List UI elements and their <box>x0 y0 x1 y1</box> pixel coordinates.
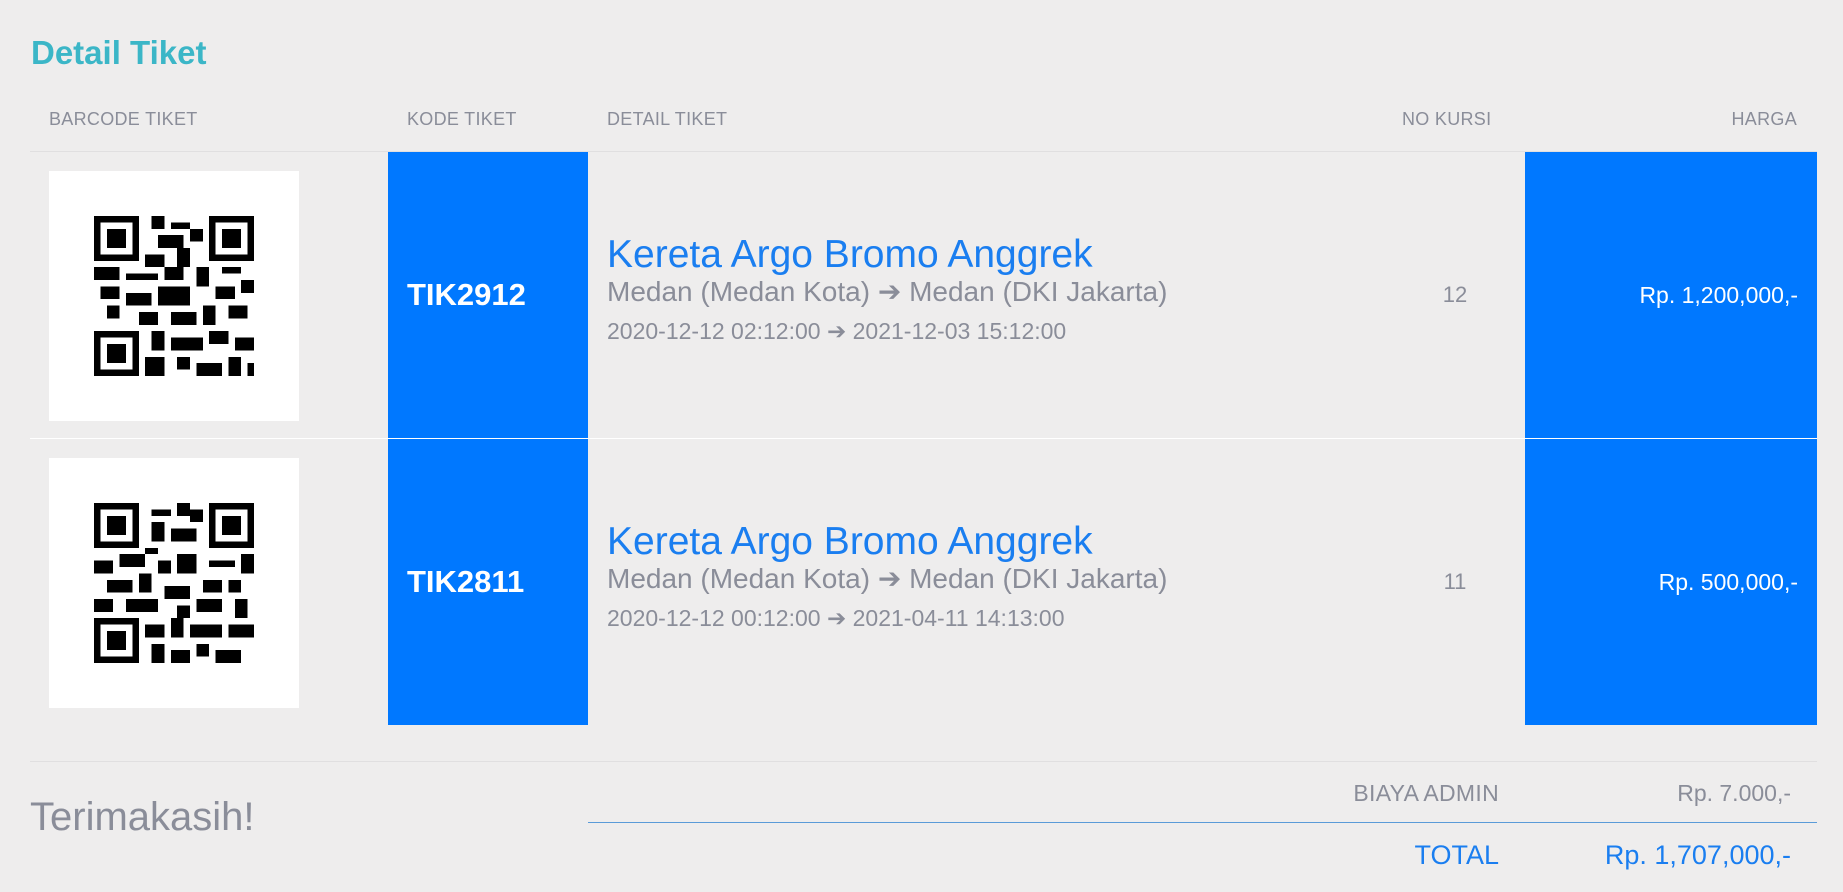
column-header-barcode: BARCODE TIKET <box>49 109 198 129</box>
column-header-code: KODE TIKET <box>407 109 517 129</box>
ticket-price: Rp. 500,000,- <box>1658 568 1798 595</box>
ticket-code: TIK2912 <box>407 277 526 312</box>
column-header-price: HARGA <box>1731 109 1797 129</box>
departure-time: 2020-12-12 00:12:00 <box>607 605 821 631</box>
ticket-code-cell: TIK2912 <box>388 152 588 438</box>
ticket-code: TIK2811 <box>407 564 525 599</box>
departure-time: 2020-12-12 02:12:00 <box>607 318 821 344</box>
arrow-right-icon: ➔ <box>826 605 847 631</box>
qr-code-icon <box>94 503 254 663</box>
total-value: Rp. 1,707,000,- <box>1604 840 1791 870</box>
destination-station: Medan (DKI Jakarta) <box>909 276 1168 307</box>
column-header-seat: NO KURSI <box>1402 109 1492 129</box>
admin-fee-value: Rp. 7.000,- <box>1677 780 1791 806</box>
barcode-box[interactable] <box>49 171 299 421</box>
page-title: Detail Tiket <box>31 34 207 71</box>
table-row[interactable]: TIK2912 Kereta Argo Bromo Anggrek Medan … <box>30 152 1817 438</box>
route: Medan (Medan Kota) ➔ Medan (DKI Jakarta) <box>607 274 1387 310</box>
thank-you-message: Terimakasih! <box>30 795 255 839</box>
total-label: TOTAL <box>1414 840 1499 870</box>
arrow-right-icon: ➔ <box>826 318 847 344</box>
admin-fee-label: BIAYA ADMIN <box>1353 780 1499 806</box>
origin-station: Medan (Medan Kota) <box>607 563 871 594</box>
schedule: 2020-12-12 02:12:00 ➔ 2021-12-03 15:12:0… <box>607 316 1387 346</box>
origin-station: Medan (Medan Kota) <box>607 276 871 307</box>
ticket-price: Rp. 1,200,000,- <box>1639 281 1798 308</box>
footer-divider <box>30 761 1817 762</box>
ticket-detail: Kereta Argo Bromo Anggrek Medan (Medan K… <box>607 232 1387 346</box>
price-cell: Rp. 500,000,- <box>1525 439 1817 725</box>
arrow-right-icon: ➔ <box>877 276 902 307</box>
ticket-code-cell: TIK2811 <box>388 439 588 725</box>
column-header-detail: DETAIL TIKET <box>607 109 728 129</box>
barcode-box[interactable] <box>49 458 299 708</box>
destination-station: Medan (DKI Jakarta) <box>909 563 1168 594</box>
schedule: 2020-12-12 00:12:00 ➔ 2021-04-11 14:13:0… <box>607 603 1387 633</box>
price-cell: Rp. 1,200,000,- <box>1525 152 1817 438</box>
arrow-right-icon: ➔ <box>877 563 902 594</box>
train-name: Kereta Argo Bromo Anggrek <box>607 520 1093 563</box>
arrival-time: 2021-04-11 14:13:00 <box>852 605 1065 631</box>
train-name: Kereta Argo Bromo Anggrek <box>607 233 1093 276</box>
total-divider <box>588 822 1817 823</box>
seat-number: 12 <box>1442 282 1468 307</box>
ticket-detail: Kereta Argo Bromo Anggrek Medan (Medan K… <box>607 519 1387 633</box>
route: Medan (Medan Kota) ➔ Medan (DKI Jakarta) <box>607 561 1387 597</box>
seat-number: 11 <box>1443 569 1467 594</box>
table-row[interactable]: TIK2811 Kereta Argo Bromo Anggrek Medan … <box>30 439 1817 725</box>
arrival-time: 2021-12-03 15:12:00 <box>852 318 1067 344</box>
qr-code-icon <box>94 216 254 376</box>
